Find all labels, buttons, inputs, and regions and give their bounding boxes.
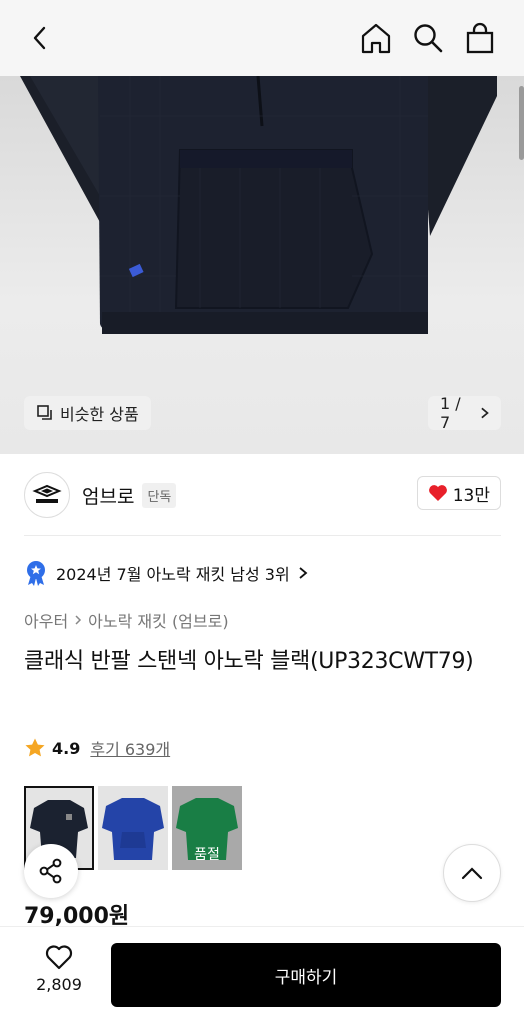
- home-icon: [361, 23, 391, 54]
- buy-button[interactable]: 구매하기: [111, 943, 501, 1007]
- chevron-right-icon: [75, 615, 82, 625]
- breadcrumb-category[interactable]: 아우터: [24, 608, 68, 632]
- swatch-image-blue: [102, 798, 164, 860]
- umbro-logo-icon: [32, 484, 62, 503]
- bottom-action-bar: 2,809 구매하기: [0, 926, 524, 1024]
- breadcrumb-subcategory[interactable]: 아노락 재킷 (엄브로): [88, 608, 228, 632]
- rating-score: 4.9: [52, 738, 81, 758]
- review-count-link[interactable]: 후기 639개: [90, 736, 170, 760]
- share-icon: [39, 858, 62, 884]
- share-button[interactable]: [24, 844, 78, 898]
- brand-row: 엄브로 단독 13만: [24, 470, 501, 520]
- wishlist-count: 2,809: [36, 975, 82, 994]
- scroll-to-top-button[interactable]: [443, 844, 501, 902]
- chevron-right-icon: [299, 567, 308, 579]
- back-button[interactable]: [20, 18, 60, 58]
- color-option-blue[interactable]: [98, 786, 168, 870]
- brand-like-button[interactable]: 13만: [416, 476, 501, 510]
- search-button[interactable]: [408, 18, 448, 58]
- similar-products-button[interactable]: 비슷한 상품: [24, 396, 151, 430]
- image-pager-text: 1 / 7: [440, 394, 461, 432]
- rating-row[interactable]: 4.9 후기 639개: [24, 736, 170, 760]
- chevron-right-icon: [480, 407, 489, 419]
- home-button[interactable]: [356, 18, 396, 58]
- chevron-left-icon: [33, 26, 46, 50]
- shopping-bag-icon: [466, 22, 494, 54]
- sold-out-label: 품절: [194, 847, 220, 863]
- rank-badge-icon: [27, 561, 45, 586]
- heart-filled-icon: [428, 485, 447, 501]
- star-icon: [25, 738, 45, 757]
- wishlist-button[interactable]: 2,809: [24, 943, 94, 994]
- brand-like-count: 13만: [452, 485, 490, 506]
- color-option-green[interactable]: 품절: [172, 786, 242, 870]
- brand-logo[interactable]: [24, 472, 70, 518]
- image-pager[interactable]: 1 / 7: [428, 394, 501, 432]
- ranking-text: 2024년 7월 아노락 재킷 남성 3위: [56, 565, 290, 584]
- cart-button[interactable]: [460, 18, 500, 58]
- ranking-link[interactable]: 2024년 7월 아노락 재킷 남성 3위: [24, 560, 308, 586]
- exclusive-badge: 단독: [142, 482, 177, 508]
- product-title: 클래식 반팔 스탠넥 아노락 블랙(UP323CWT79): [24, 649, 474, 674]
- brand-name[interactable]: 엄브로: [82, 482, 134, 509]
- breadcrumb: 아우터 아노락 재킷 (엄브로): [24, 608, 229, 632]
- page-scrollbar[interactable]: [519, 86, 524, 160]
- heart-outline-icon: [45, 945, 73, 970]
- similar-products-label: 비슷한 상품: [60, 405, 139, 424]
- chevron-up-icon: [461, 867, 483, 880]
- top-app-bar: [0, 0, 524, 76]
- divider: [24, 535, 501, 536]
- copy-stack-icon: [37, 405, 52, 420]
- search-icon: [414, 24, 443, 53]
